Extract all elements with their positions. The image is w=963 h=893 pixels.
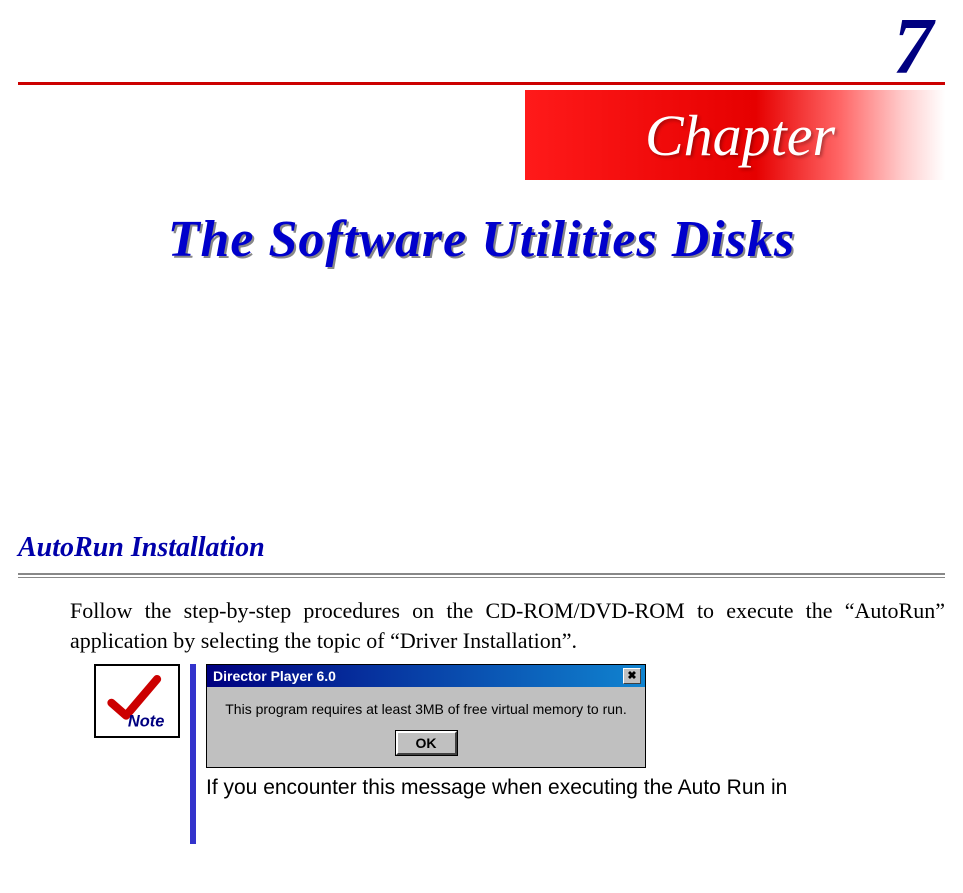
chapter-number: 7 <box>893 2 933 93</box>
header-divider <box>18 82 945 85</box>
close-icon[interactable]: ✖ <box>623 668 641 684</box>
chapter-banner: Chapter <box>525 90 945 180</box>
dialog-title: Director Player 6.0 <box>213 668 336 684</box>
chapter-label: Chapter <box>645 102 835 169</box>
note-icon: Note <box>94 664 180 738</box>
note-content: Director Player 6.0 ✖ This program requi… <box>206 664 945 800</box>
note-block: Note Director Player 6.0 ✖ This program … <box>94 664 945 844</box>
section-divider <box>18 573 945 578</box>
note-caption: If you encounter this message when execu… <box>206 776 945 800</box>
dialog-titlebar: Director Player 6.0 ✖ <box>207 665 645 687</box>
dialog-window: Director Player 6.0 ✖ This program requi… <box>206 664 646 768</box>
dialog-message: This program requires at least 3MB of fr… <box>217 701 635 717</box>
note-divider <box>190 664 196 844</box>
section-heading: AutoRun Installation <box>18 532 265 564</box>
dialog-body: This program requires at least 3MB of fr… <box>207 687 645 767</box>
body-paragraph: Follow the step-by-step procedures on th… <box>70 596 945 655</box>
svg-text:Note: Note <box>128 713 164 731</box>
ok-button[interactable]: OK <box>396 731 457 755</box>
page-title: The Software Utilities Disks <box>0 210 963 269</box>
